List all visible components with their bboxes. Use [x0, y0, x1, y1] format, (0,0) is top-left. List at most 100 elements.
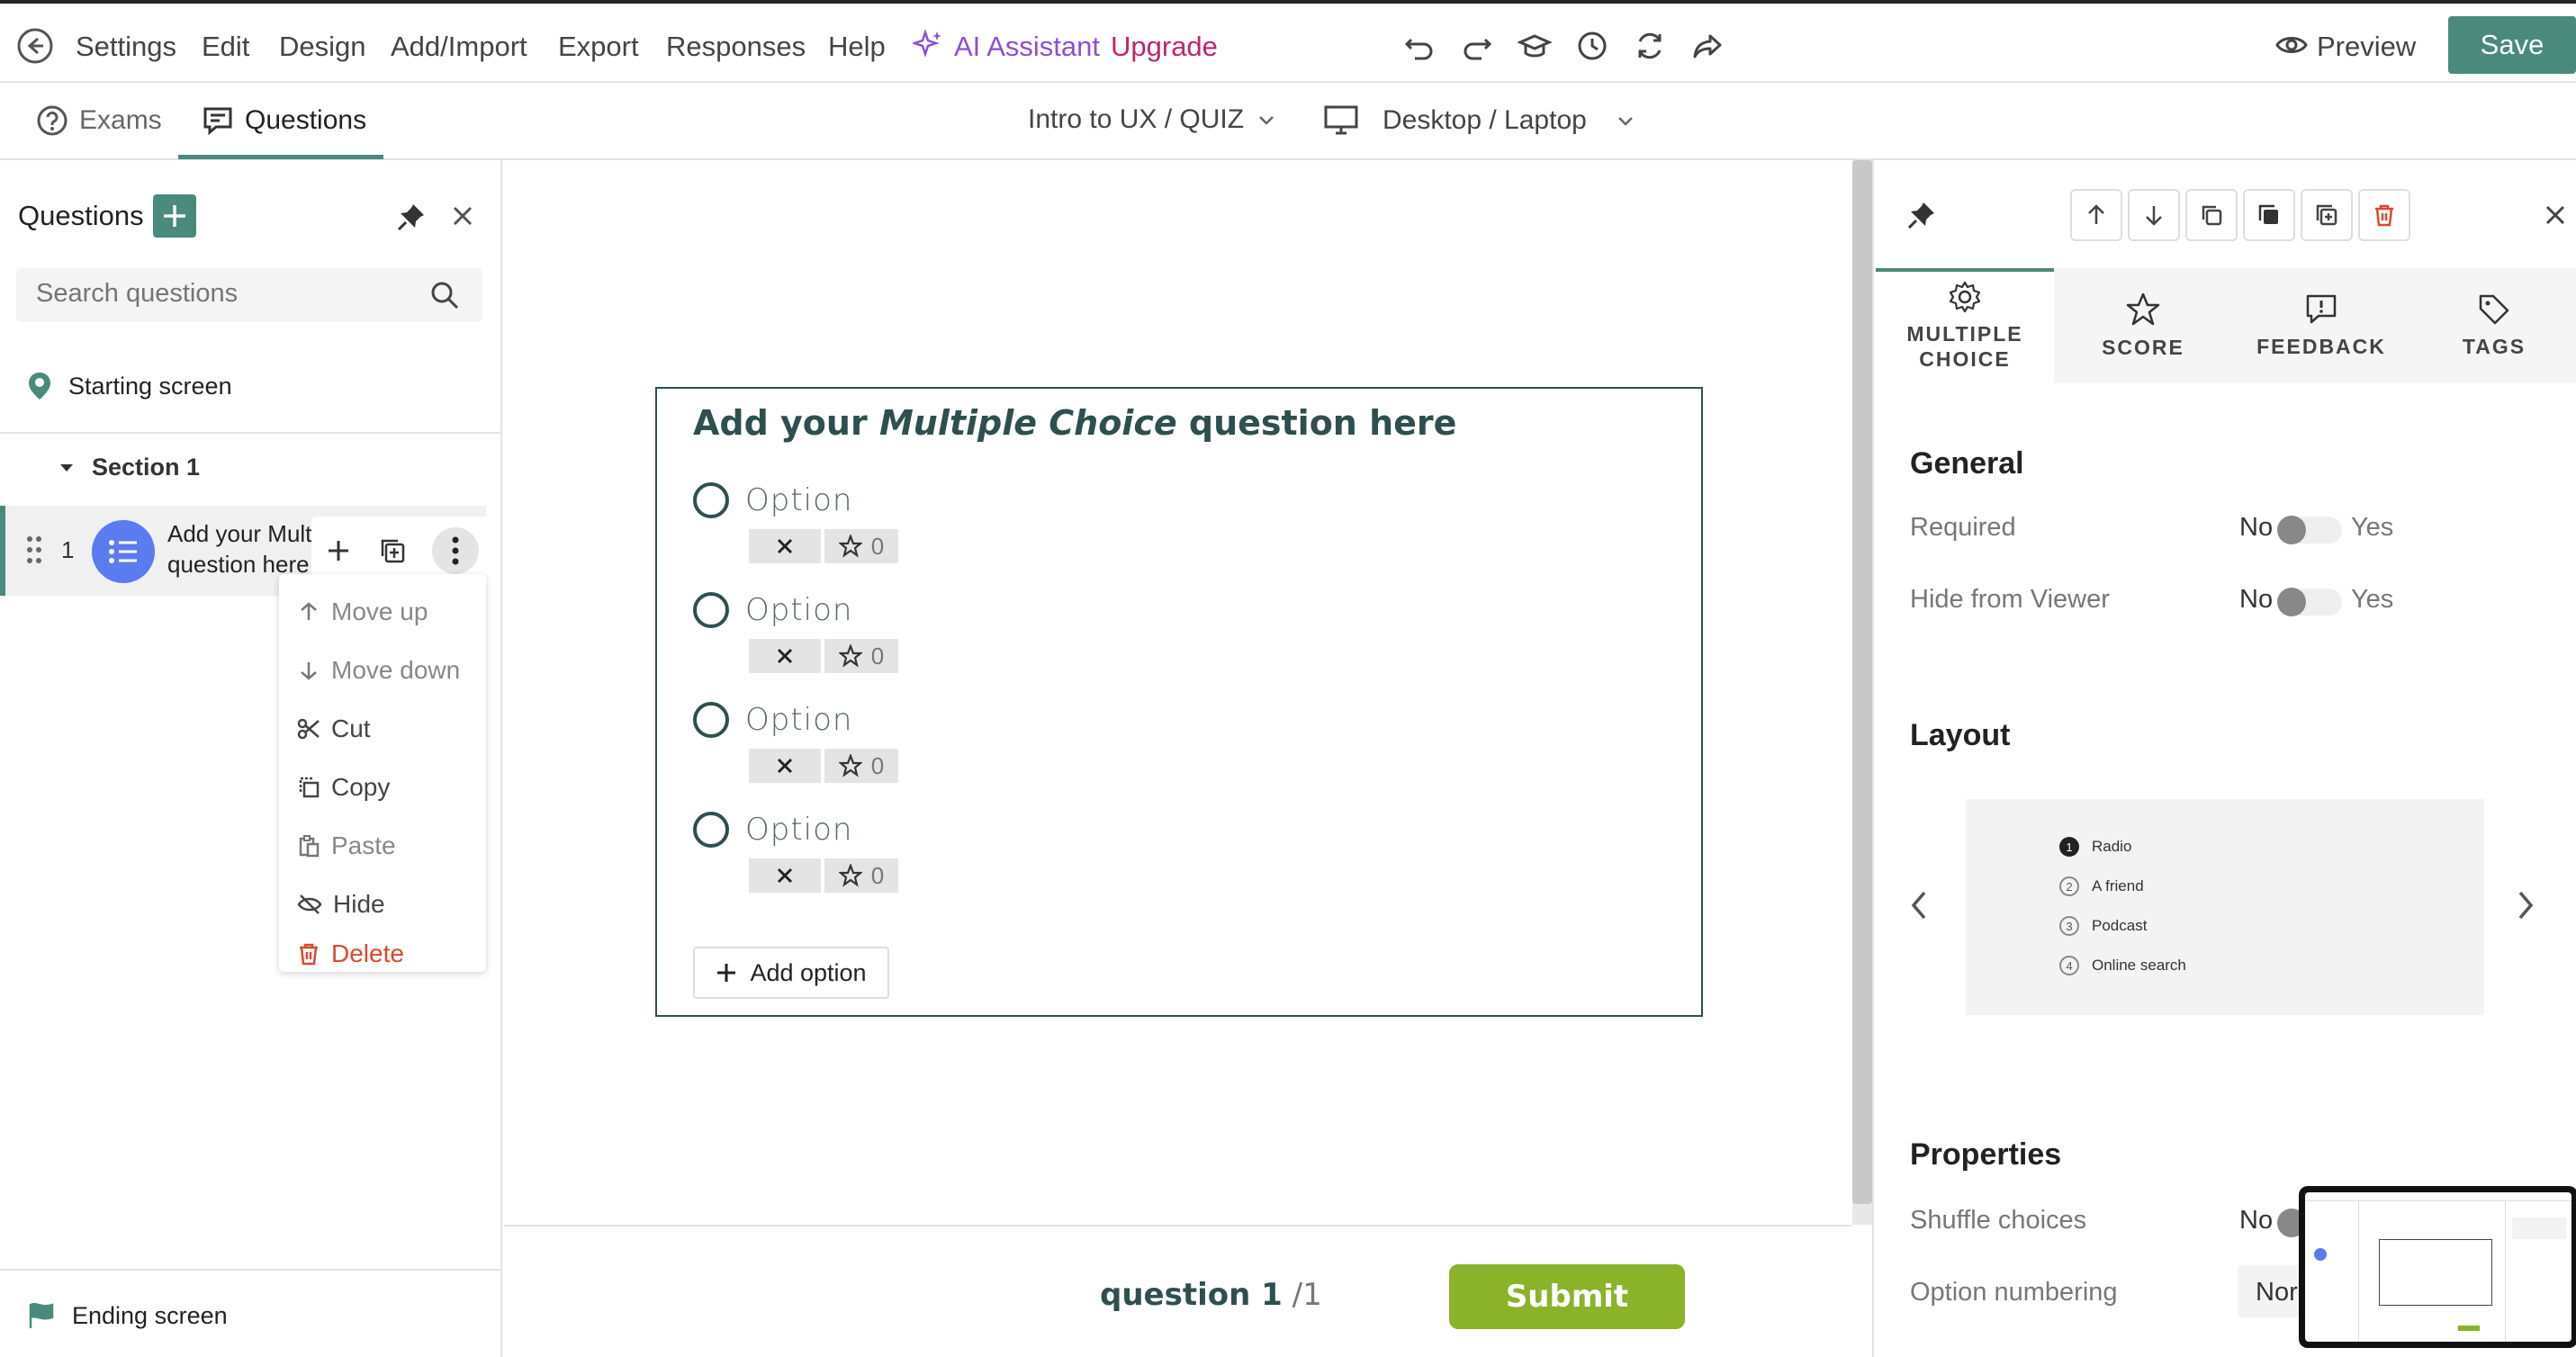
radio-circle[interactable] [693, 702, 729, 738]
star-icon [838, 644, 862, 668]
starting-screen-item[interactable]: Starting screen [27, 371, 232, 401]
save-button[interactable]: Save [2448, 16, 2576, 74]
share-icon[interactable] [1690, 29, 1725, 63]
tab-feedback[interactable]: FEEDBACK [2232, 268, 2410, 383]
tab-questions[interactable]: Questions [202, 104, 366, 137]
device-selector[interactable]: Desktop / Laptop [1323, 104, 1637, 137]
more-vertical-icon[interactable] [432, 527, 479, 574]
close-icon[interactable] [448, 202, 477, 230]
ending-screen-item[interactable]: Ending screen [27, 1301, 228, 1330]
thumbnail-screen [2305, 1192, 2571, 1342]
move-down-button[interactable] [2128, 189, 2180, 241]
option-score-button[interactable]: 0 [824, 749, 898, 783]
layout-preview[interactable]: 1 Radio 2 A friend 3 Podcast 4 Online se… [1966, 799, 2484, 1015]
section-header[interactable]: Section 1 [58, 454, 200, 481]
hide-yes: Yes [2351, 585, 2394, 614]
tab-tags[interactable]: TAGS [2410, 268, 2576, 383]
chevron-left-icon[interactable] [1908, 889, 1930, 921]
layout-preview-number: 1 [2059, 837, 2079, 857]
history-icon[interactable] [1575, 29, 1609, 63]
option-row[interactable]: Option [693, 482, 852, 518]
back-icon[interactable] [16, 27, 54, 65]
menu-add-import[interactable]: Add/Import [391, 31, 527, 63]
copy-icon [2202, 205, 2222, 226]
delete-button[interactable] [2358, 189, 2410, 241]
menu-move-down-label: Move down [331, 656, 461, 684]
radio-circle[interactable] [693, 812, 729, 848]
menu-export[interactable]: Export [558, 31, 639, 63]
quiz-selector[interactable]: Intro to UX / QUIZ [1028, 104, 1278, 135]
option-label[interactable]: Option [745, 482, 852, 518]
radio-circle[interactable] [693, 592, 729, 628]
question-title[interactable]: Add your Multiple Choice question here [693, 403, 1456, 443]
plus-icon [164, 205, 185, 227]
upgrade-link[interactable]: Upgrade [1111, 31, 1218, 63]
pin-icon[interactable] [396, 202, 427, 232]
paste-button[interactable] [2243, 189, 2295, 241]
radio-circle[interactable] [693, 482, 729, 518]
hide-from-viewer-toggle[interactable] [2277, 588, 2342, 616]
menu-delete[interactable]: Delete [279, 936, 486, 972]
delete-option-button[interactable] [749, 639, 821, 673]
general-title: General [1910, 446, 2024, 481]
required-toggle[interactable] [2277, 516, 2342, 544]
menu-edit[interactable]: Edit [202, 31, 249, 63]
menu-paste[interactable]: Paste [279, 819, 486, 873]
menu-paste-label: Paste [331, 831, 396, 859]
tab-score[interactable]: SCORE [2054, 268, 2232, 383]
add-question-button[interactable] [153, 194, 196, 238]
menu-settings[interactable]: Settings [76, 31, 176, 63]
refresh-icon[interactable] [1633, 29, 1667, 63]
option-row[interactable]: Option [693, 812, 852, 848]
search-input[interactable] [36, 279, 414, 309]
ai-assistant-button[interactable]: AI Assistant [954, 31, 1100, 63]
canvas-scrollbar-thumb[interactable] [1852, 160, 1872, 1204]
undo-icon[interactable] [1402, 29, 1437, 63]
option-label[interactable]: Option [745, 702, 852, 738]
option-label[interactable]: Option [745, 812, 852, 848]
menu-responses[interactable]: Responses [666, 31, 806, 63]
list-type-icon [92, 520, 155, 583]
delete-option-button[interactable] [749, 749, 821, 783]
tab-multiple-choice[interactable]: MULTIPLE CHOICE [1876, 268, 2054, 383]
tab-score-label: SCORE [2102, 336, 2184, 359]
option-row[interactable]: Option [693, 592, 852, 628]
preview-button[interactable]: Preview [2317, 31, 2416, 63]
menu-design[interactable]: Design [279, 31, 366, 63]
option-score-button[interactable]: 0 [824, 858, 898, 893]
option-label[interactable]: Option [745, 592, 852, 628]
tab-exams[interactable]: Exams [36, 104, 162, 137]
option-score-button[interactable]: 0 [824, 639, 898, 673]
search-icon[interactable] [428, 279, 461, 311]
option-score-button[interactable]: 0 [824, 529, 898, 563]
plus-icon[interactable] [324, 536, 353, 565]
close-icon[interactable] [2542, 202, 2569, 229]
redo-icon[interactable] [1460, 29, 1494, 63]
menu-copy[interactable]: Copy [279, 760, 486, 814]
menu-hide[interactable]: Hide [279, 877, 486, 931]
option-row[interactable]: Option [693, 702, 852, 738]
question-number: 1 [61, 536, 75, 563]
delete-option-button[interactable] [749, 529, 821, 563]
drag-handle-icon[interactable] [25, 535, 43, 565]
x-icon [777, 538, 793, 554]
starting-screen-label: Starting screen [68, 372, 232, 400]
submit-button[interactable]: Submit [1449, 1264, 1685, 1329]
duplicate-button[interactable] [2301, 189, 2353, 241]
move-up-button[interactable] [2070, 189, 2122, 241]
screenshot-thumbnail[interactable] [2299, 1186, 2576, 1348]
add-option-button[interactable]: Add option [693, 947, 889, 999]
menu-move-down[interactable]: Move down [279, 643, 486, 697]
menu-help[interactable]: Help [828, 31, 886, 63]
delete-option-button[interactable] [749, 858, 821, 893]
chevron-right-icon[interactable] [2515, 889, 2536, 921]
menu-cut[interactable]: Cut [279, 702, 486, 756]
menu-move-up[interactable]: Move up [279, 585, 486, 639]
graduation-cap-icon[interactable] [1518, 29, 1552, 63]
shuffle-no: No [2239, 1206, 2274, 1235]
duplicate-icon[interactable] [378, 536, 407, 565]
copy-button[interactable] [2185, 189, 2238, 241]
question-counter-total: /1 [1292, 1277, 1322, 1313]
caret-down-icon [58, 459, 76, 477]
pin-icon[interactable] [1906, 200, 1937, 230]
